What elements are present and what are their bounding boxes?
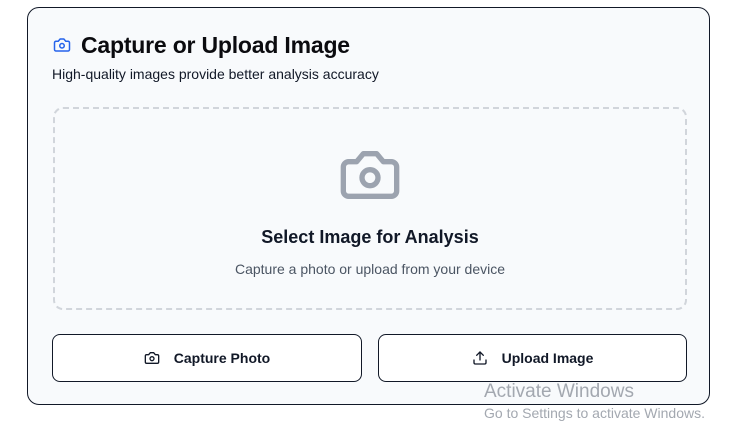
capture-photo-label: Capture Photo (173, 350, 271, 366)
image-dropzone[interactable]: Select Image for Analysis Capture a phot… (53, 107, 687, 310)
card-subtitle: High-quality images provide better analy… (52, 66, 379, 82)
capture-photo-button[interactable]: Capture Photo (52, 334, 362, 382)
camera-icon (144, 350, 160, 366)
dropzone-title: Select Image for Analysis (261, 227, 479, 247)
upload-icon (472, 350, 488, 366)
capture-upload-card: Capture or Upload Image High-quality ima… (27, 7, 710, 405)
card-title: Capture or Upload Image (81, 32, 350, 58)
upload-image-button[interactable]: Upload Image (378, 334, 687, 382)
watermark-subtitle: Go to Settings to activate Windows. (484, 405, 705, 421)
card-header: Capture or Upload Image (52, 32, 350, 58)
camera-icon (338, 147, 402, 203)
dropzone-subtitle: Capture a photo or upload from your devi… (234, 261, 506, 277)
upload-image-label: Upload Image (501, 350, 594, 366)
camera-icon (52, 35, 72, 55)
